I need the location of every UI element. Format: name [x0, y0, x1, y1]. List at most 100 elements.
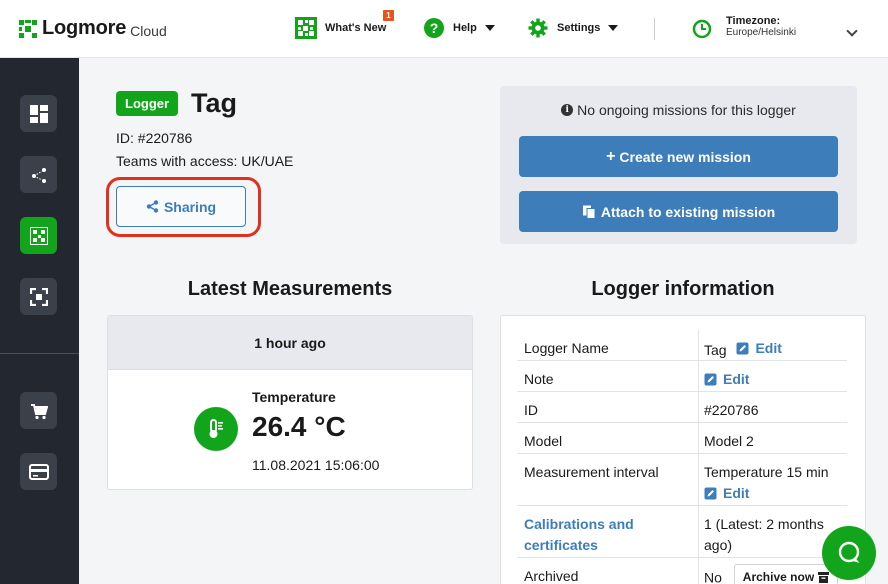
edit-icon — [704, 487, 717, 500]
whats-new-icon — [295, 17, 317, 39]
logger-information-heading: Logger information — [591, 278, 775, 300]
archive-now-button[interactable]: Archive now — [733, 564, 839, 584]
edit-label: Edit — [723, 485, 750, 501]
settings-caret-icon — [608, 25, 619, 31]
help-menu[interactable]: ? Help — [424, 18, 495, 38]
sidebar-item-dashboard[interactable] — [20, 95, 57, 132]
logger-qr-icon — [29, 226, 48, 245]
edit-label: Edit — [755, 340, 782, 356]
logger-type-badge: Logger — [116, 91, 179, 116]
chat-support-button[interactable] — [822, 526, 876, 580]
attach-mission-button[interactable]: Attach to existing mission — [519, 191, 838, 232]
info-key: Measurement interval — [524, 464, 659, 480]
attach-mission-label: Attach to existing mission — [600, 203, 776, 220]
sidebar-item-scan[interactable] — [20, 278, 57, 315]
table-row: Note Edit — [517, 361, 847, 392]
info-key: Archived — [524, 568, 579, 584]
help-caret-icon — [484, 25, 495, 31]
measurement-age: 1 hour ago — [108, 316, 472, 370]
gear-icon — [528, 18, 548, 38]
archive-now-label: Archive now — [742, 569, 815, 584]
timezone-label: Timezone: — [726, 15, 781, 27]
page-title: Tag — [191, 88, 237, 118]
whats-new-label: What's New — [325, 22, 387, 34]
cart-icon — [30, 403, 48, 419]
logmore-logo-icon — [19, 19, 37, 38]
share-network-icon — [31, 167, 46, 183]
edit-interval-link[interactable]: Edit — [704, 483, 749, 504]
info-value: Tag Edit — [704, 338, 844, 361]
edit-note-link[interactable]: Edit — [704, 369, 749, 390]
clock-icon — [692, 19, 712, 39]
table-row: Measurement interval Temperature 15 min … — [517, 454, 847, 506]
info-value: Model 2 — [704, 433, 754, 449]
archive-icon — [818, 571, 830, 583]
settings-menu[interactable]: Settings — [528, 18, 619, 38]
latest-measurements-heading: Latest Measurements — [187, 278, 393, 300]
share-icon — [146, 200, 159, 213]
edit-logger-name-link[interactable]: Edit — [736, 338, 782, 359]
info-value: No Archive now — [704, 564, 844, 584]
table-row: Calibrations and certificates 1 (Latest:… — [517, 506, 847, 558]
sidebar-item-sharing[interactable] — [20, 156, 57, 193]
brand-name: Logmore — [42, 17, 127, 39]
settings-label: Settings — [557, 22, 601, 34]
measurement-label: Temperature — [252, 389, 336, 405]
logger-name-value: Tag — [704, 342, 727, 358]
table-row: ID #220786 — [517, 392, 847, 423]
edit-icon — [704, 373, 717, 386]
dashboard-icon — [29, 104, 48, 123]
info-key: Note — [524, 371, 554, 387]
edit-label: Edit — [723, 371, 750, 387]
plus-icon: + — [606, 147, 616, 165]
sidebar-item-billing[interactable] — [20, 453, 57, 490]
logger-id: ID: #220786 — [116, 130, 193, 146]
sharing-button[interactable]: Sharing — [116, 186, 246, 227]
edit-icon — [736, 342, 749, 355]
measurement-value: 26.4 °C — [252, 411, 346, 442]
brand-subtitle: Cloud — [130, 22, 167, 39]
table-row: Logger Name Tag Edit — [517, 330, 847, 361]
archived-value: No — [704, 569, 722, 584]
info-value: Edit — [704, 369, 844, 392]
copy-icon — [582, 205, 596, 219]
thermometer-icon — [194, 407, 238, 451]
measurement-timestamp: 11.08.2021 15:06:00 — [252, 457, 380, 473]
latest-measurement-card: 1 hour ago Temperature 26.4 °C 11.08.202… — [107, 315, 473, 490]
info-icon: i — [561, 104, 574, 116]
missions-panel: i No ongoing missions for this logger + … — [500, 86, 857, 244]
sharing-label: Sharing — [163, 198, 217, 215]
table-row: Model Model 2 — [517, 423, 847, 454]
timezone-value: Europe/Helsinki — [726, 27, 797, 38]
chevron-down-icon[interactable] — [846, 25, 858, 37]
chat-icon — [838, 541, 860, 563]
timezone-selector[interactable]: Timezone: Europe/Helsinki — [692, 16, 796, 39]
info-key: ID — [524, 402, 538, 418]
help-label: Help — [453, 22, 477, 34]
info-value: Temperature 15 min Edit — [704, 462, 844, 506]
sidebar-item-loggers[interactable] — [20, 217, 57, 254]
info-value: #220786 — [704, 402, 759, 418]
info-key: Model — [524, 433, 563, 449]
info-key: Logger Name — [524, 340, 609, 356]
calibrations-link[interactable]: Calibrations and certificates — [524, 514, 694, 556]
missions-message: i No ongoing missions for this logger — [500, 102, 857, 118]
sidebar-item-shop[interactable] — [20, 392, 57, 429]
create-mission-button[interactable]: + Create new mission — [519, 136, 838, 177]
scan-icon — [29, 287, 48, 306]
logger-information-table: Logger Name Tag Edit Note Edit ID #22078… — [500, 315, 866, 584]
top-header: Logmore Cloud What's New 1 ? Help Settin… — [0, 0, 888, 58]
sidebar-divider — [0, 353, 79, 354]
whats-new-badge: 1 — [383, 10, 394, 21]
teams-with-access: Teams with access: UK/UAE — [116, 153, 294, 169]
help-icon: ? — [424, 18, 444, 38]
interval-value: Temperature 15 min — [704, 464, 829, 480]
table-row: Archived No Archive now — [517, 558, 847, 584]
create-mission-label: Create new mission — [619, 148, 751, 165]
credit-card-icon — [28, 463, 49, 480]
header-divider — [654, 18, 655, 40]
sidebar — [0, 58, 79, 584]
brand-logo[interactable]: Logmore Cloud — [19, 17, 167, 40]
missions-message-text: No ongoing missions for this logger — [577, 102, 796, 118]
whats-new-link[interactable]: What's New 1 — [295, 10, 394, 39]
